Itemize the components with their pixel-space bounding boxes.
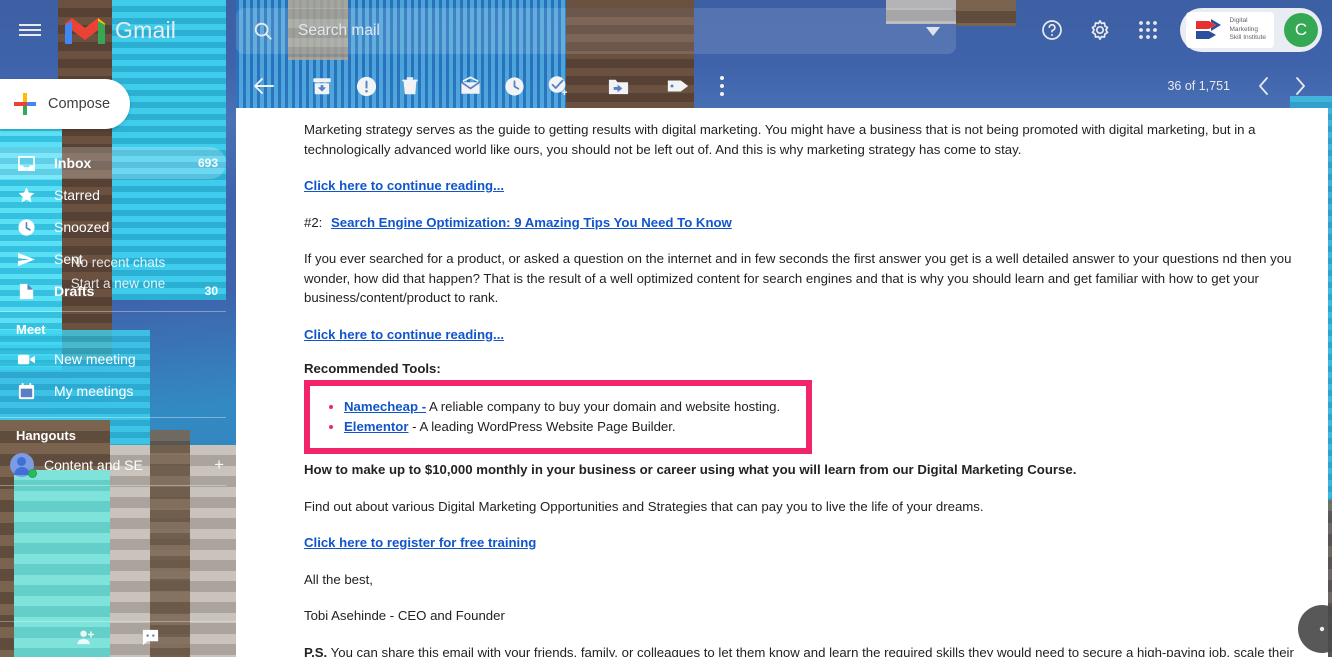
email-body: Marketing strategy serves as the guide t…	[236, 108, 1328, 657]
ps-text: You can share this email with your frien…	[330, 644, 1294, 657]
recommended-tools-highlight-box: Namecheap - A reliable company to buy yo…	[304, 380, 812, 454]
email-ps: P.S. You can share this email with your …	[304, 643, 1304, 657]
compose-label: Compose	[48, 96, 111, 112]
continue-reading-link-2[interactable]: Click here to continue reading...	[304, 325, 504, 345]
search-bar[interactable]	[236, 8, 956, 54]
brand-card: Digital Marketing Skill Institute	[1185, 12, 1274, 48]
email-signature: Tobi Asehinde - CEO and Founder	[304, 608, 505, 623]
brand-line-3: Skill Institute	[1229, 34, 1267, 42]
main-menu-icon[interactable]	[6, 6, 54, 54]
top-app-bar: Gmail Search mail Digital Marketing Skil…	[0, 0, 1332, 60]
digital-marketing-skill-institute-logo	[1194, 17, 1224, 43]
email-signoff: All the best,	[304, 571, 373, 587]
search-input[interactable]	[298, 22, 910, 40]
hangouts-empty-line-1: No recent chats	[70, 255, 166, 270]
namecheap-description: A reliable company to buy your domain an…	[426, 399, 781, 414]
email-paragraph-2: If you ever searched for a product, or a…	[304, 251, 1292, 305]
more-options-button[interactable]	[702, 66, 742, 106]
plus-icon	[14, 93, 36, 115]
search-options-icon[interactable]	[910, 26, 956, 36]
hangouts-footer	[0, 621, 236, 657]
next-page-button[interactable]	[1282, 68, 1318, 104]
brand-name: Digital Marketing Skill Institute	[1230, 17, 1267, 43]
vertical-scrollbar[interactable]	[1328, 108, 1332, 657]
back-to-inbox-button[interactable]	[244, 66, 284, 106]
sidebar: Compose Inbox 693 Starred Snoozed Sent D…	[0, 60, 236, 657]
elementor-link[interactable]: Elementor	[344, 419, 409, 434]
snooze-button[interactable]	[494, 66, 534, 106]
brand-line-1: Digital	[1229, 17, 1248, 25]
tool-list-item: Elementor - A leading WordPress Website …	[344, 417, 806, 437]
course-cta-text: How to make up to $10,000 monthly in you…	[304, 462, 1077, 477]
compose-button[interactable]: Compose	[0, 79, 130, 129]
register-free-training-link[interactable]: Click here to register for free training	[304, 533, 536, 553]
continue-reading-link-1[interactable]: Click here to continue reading...	[304, 176, 504, 196]
item-2-prefix: #2:	[304, 214, 323, 230]
pager-count: 36 of 1,751	[1167, 79, 1230, 93]
gear-icon[interactable]	[1078, 8, 1122, 52]
seo-article-link[interactable]: Search Engine Optimization: 9 Amazing Ti…	[331, 213, 732, 233]
apps-grid-icon[interactable]	[1126, 8, 1170, 52]
help-icon[interactable]	[1030, 8, 1074, 52]
delete-button[interactable]	[390, 66, 430, 106]
add-to-tasks-button[interactable]	[538, 66, 578, 106]
search-icon[interactable]	[250, 18, 276, 44]
labels-button[interactable]	[658, 66, 698, 106]
tool-list-item: Namecheap - A reliable company to buy yo…	[344, 397, 806, 417]
continue-reading-link-2-wrap: Click here to continue reading...	[304, 325, 1304, 345]
gmail-logo[interactable]: Gmail	[64, 14, 176, 46]
gmail-wordmark: Gmail	[115, 16, 177, 43]
account-chip[interactable]: Digital Marketing Skill Institute C	[1179, 8, 1322, 52]
hangouts-empty-state: No recent chats Start a new one	[0, 132, 236, 619]
ps-label: P.S.	[304, 644, 328, 657]
chat-bubble-icon[interactable]	[141, 628, 160, 652]
avatar[interactable]: C	[1284, 13, 1318, 47]
add-person-icon[interactable]	[76, 628, 95, 652]
email-item-2-heading: #2: Search Engine Optimization: 9 Amazin…	[304, 213, 1304, 233]
email-paragraph-3: Find out about various Digital Marketing…	[304, 498, 984, 514]
elementor-description: - A leading WordPress Website Page Build…	[408, 419, 676, 434]
namecheap-link[interactable]: Namecheap -	[344, 399, 426, 414]
move-to-folder-button[interactable]	[598, 66, 638, 106]
top-right-actions: Digital Marketing Skill Institute C	[1028, 0, 1332, 60]
mark-as-unread-button[interactable]	[450, 66, 490, 106]
gmail-envelope-icon	[64, 14, 106, 46]
report-spam-button[interactable]	[346, 66, 386, 106]
archive-button[interactable]	[302, 66, 342, 106]
hangouts-empty-line-2: Start a new one	[70, 276, 166, 291]
pager: 36 of 1,751	[1167, 68, 1332, 104]
continue-reading-link-1-wrap: Click here to continue reading...	[304, 176, 1304, 196]
email-paragraph-1: Marketing strategy serves as the guide t…	[304, 122, 1256, 157]
mail-toolbar: 36 of 1,751	[236, 62, 1332, 110]
brand-line-2: Marketing	[1229, 25, 1259, 33]
recommended-tools-label: Recommended Tools:	[304, 361, 441, 376]
previous-page-button[interactable]	[1246, 68, 1282, 104]
register-link-wrap: Click here to register for free training	[304, 533, 1304, 553]
